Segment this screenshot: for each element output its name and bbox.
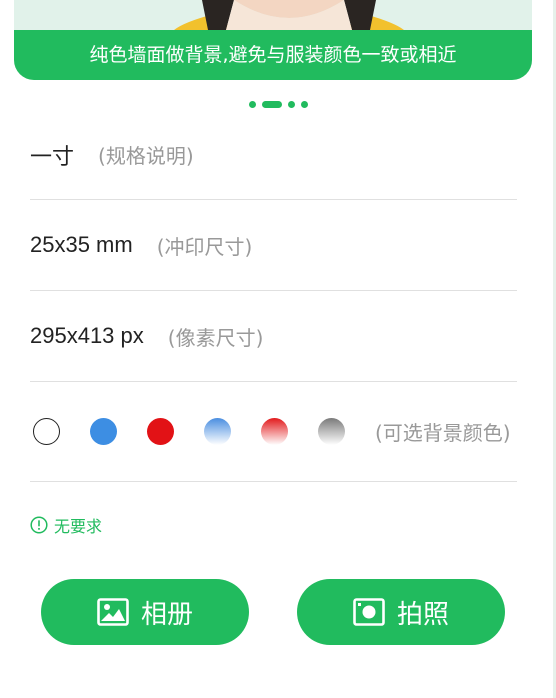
- banner-caption: 纯色墙面做背景,避免与服装颜色一致或相近: [14, 30, 532, 80]
- album-label: 相册: [140, 599, 193, 630]
- page: 纯色墙面做背景,避免与服装颜色一致或相近 一寸 (规格说明) 25x35 mm …: [0, 0, 556, 698]
- swatch-red-gradient[interactable]: [261, 418, 288, 445]
- info-circle-icon: [30, 516, 48, 534]
- carousel-dot[interactable]: [248, 100, 256, 108]
- spec-name-row: 一寸 (规格说明): [30, 110, 517, 200]
- background-colors-row: (可选背景颜色): [30, 382, 517, 482]
- album-button[interactable]: 相册: [41, 579, 249, 645]
- swatch-red[interactable]: [147, 418, 174, 445]
- requirement-text: 无要求: [54, 517, 103, 536]
- print-size: 25x35 mm: [30, 232, 133, 257]
- spec-name-note: (规格说明): [98, 144, 194, 168]
- pixel-size-row: 295x413 px (像素尺寸): [30, 291, 517, 382]
- background-swatches: [33, 418, 345, 445]
- requirement: 无要求: [30, 513, 102, 537]
- example-banner[interactable]: 纯色墙面做背景,避免与服装颜色一致或相近: [14, 0, 532, 80]
- carousel-dot[interactable]: [287, 100, 295, 108]
- pixel-size: 295x413 px: [30, 323, 144, 348]
- swatch-gray-gradient[interactable]: [318, 418, 345, 445]
- spec-name: 一寸: [30, 143, 75, 169]
- pixel-size-note: (像素尺寸): [167, 325, 264, 350]
- background-colors-note: (可选背景颜色): [375, 421, 511, 445]
- print-size-row: 25x35 mm (冲印尺寸): [30, 200, 517, 291]
- camera-button[interactable]: 拍照: [297, 579, 505, 645]
- carousel-dot[interactable]: [300, 100, 308, 108]
- image-icon: [97, 598, 129, 626]
- carousel-dot-active[interactable]: [261, 100, 282, 108]
- swatch-blue[interactable]: [90, 418, 117, 445]
- print-size-note: (冲印尺寸): [156, 234, 253, 259]
- camera-label: 拍照: [396, 599, 449, 630]
- swatch-white[interactable]: [33, 418, 60, 445]
- carousel-indicator: [0, 100, 556, 108]
- swatch-blue-gradient[interactable]: [204, 418, 231, 445]
- camera-icon: [353, 598, 385, 626]
- person-photo-image: [174, 0, 404, 30]
- example-photo: [14, 0, 532, 30]
